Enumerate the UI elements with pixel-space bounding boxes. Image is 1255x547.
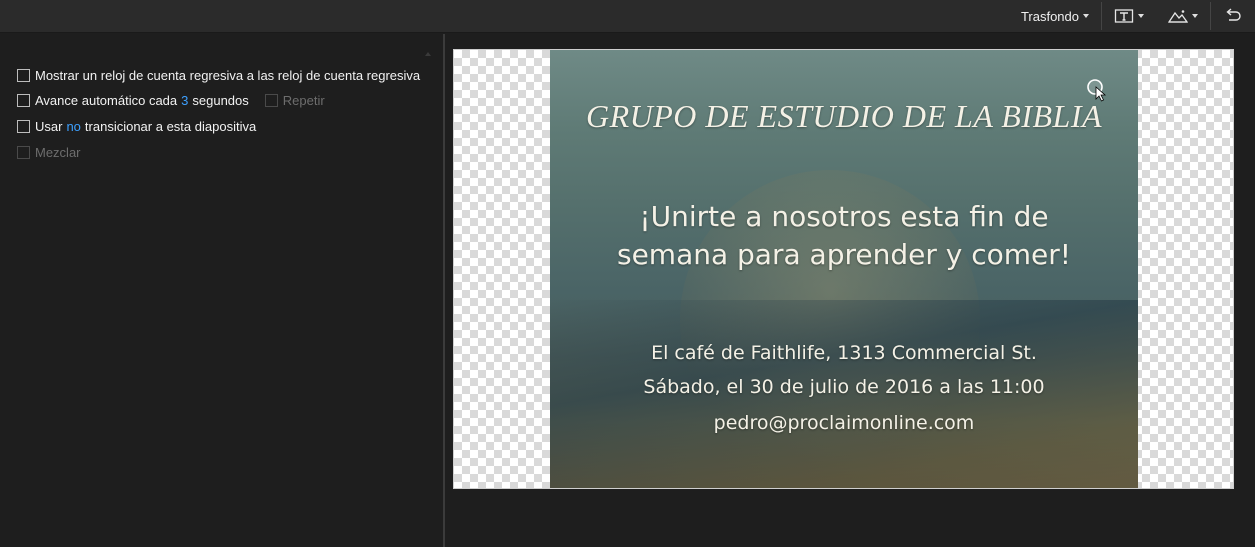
slide-title[interactable]: GRUPO DE ESTUDIO DE LA BIBLIA [550, 98, 1138, 135]
auto-advance-label-before: Avance automático cada [35, 92, 178, 108]
slide-options-panel: Mostrar un reloj de cuenta regresiva a l… [0, 34, 443, 547]
chevron-down-icon [1083, 14, 1089, 18]
text-box-icon [1114, 9, 1134, 23]
background-dropdown-label: Trasfondo [1020, 8, 1079, 24]
transition-label-after: transicionar a esta diapositiva [84, 118, 257, 134]
chevron-down-icon [1192, 14, 1198, 18]
auto-advance-option: Avance automático cada 3 segundos Repeti… [17, 91, 325, 109]
shuffle-label: Mezclar [35, 144, 81, 160]
auto-advance-label-after: segundos [192, 92, 249, 108]
shuffle-checkbox[interactable] [17, 145, 30, 159]
slide-email[interactable]: pedro@proclaimonline.com [550, 412, 1138, 434]
repeat-label: Repetir [282, 92, 325, 108]
shuffle-option: Mezclar [17, 143, 81, 161]
slide-location[interactable]: El café de Faithlife, 1313 Commercial St… [550, 342, 1138, 364]
landscape-image-icon [1168, 10, 1188, 23]
panel-splitter[interactable] [443, 34, 445, 547]
image-tool-button[interactable] [1156, 0, 1210, 33]
scroll-up-icon[interactable] [425, 52, 431, 56]
slide-preview-canvas[interactable]: GRUPO DE ESTUDIO DE LA BIBLIA ¡Unirte a … [453, 49, 1234, 489]
mouse-cursor-icon [1087, 79, 1107, 102]
transition-type-link[interactable]: no [66, 119, 80, 134]
chevron-down-icon [1138, 14, 1144, 18]
slide-headline-line-1: ¡Unirte a nosotros esta fin de [639, 200, 1049, 233]
countdown-label: Mostrar un reloj de cuenta regresiva a l… [35, 67, 421, 83]
toolbar: Trasfondo [0, 0, 1255, 33]
repeat-checkbox[interactable] [264, 93, 278, 107]
text-tool-button[interactable] [1102, 0, 1156, 33]
transition-option: Usar no transicionar a esta diapositiva [17, 117, 256, 135]
auto-advance-seconds-link[interactable]: 3 [181, 93, 188, 108]
undo-button[interactable] [1211, 0, 1255, 33]
transition-label-before: Usar [35, 118, 63, 134]
countdown-option: Mostrar un reloj de cuenta regresiva a l… [17, 66, 420, 84]
slide-headline-line-2: semana para aprender y comer! [616, 238, 1071, 271]
slide-datetime[interactable]: Sábado, el 30 de julio de 2016 a las 11:… [550, 376, 1138, 398]
slide-headline[interactable]: ¡Unirte a nosotros esta fin de semana pa… [550, 198, 1138, 274]
background-dropdown[interactable]: Trasfondo [1009, 0, 1101, 33]
slide-preview[interactable]: GRUPO DE ESTUDIO DE LA BIBLIA ¡Unirte a … [550, 50, 1138, 488]
undo-icon [1226, 8, 1241, 21]
transition-checkbox[interactable] [17, 119, 30, 133]
auto-advance-checkbox[interactable] [17, 93, 30, 107]
countdown-checkbox[interactable] [17, 68, 30, 82]
